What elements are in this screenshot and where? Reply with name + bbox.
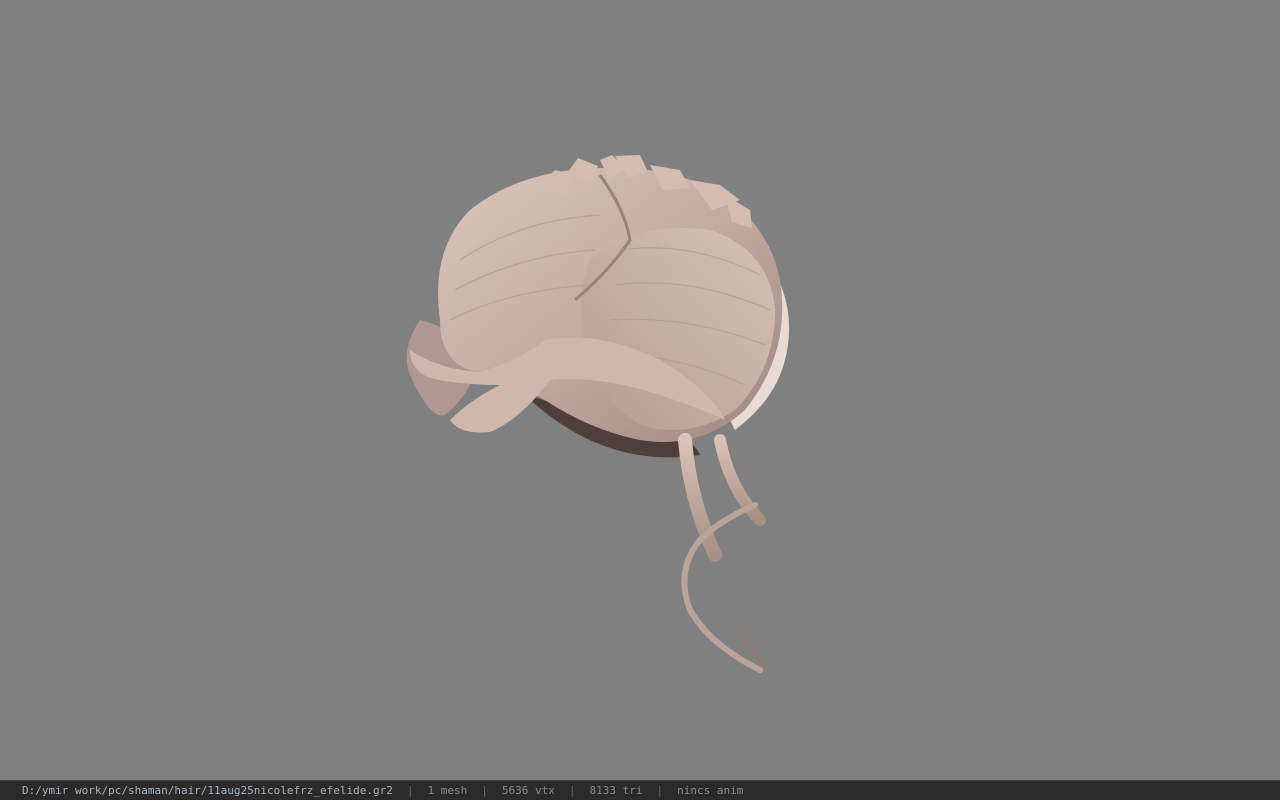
status-bar: D:/ymir work/pc/shaman/hair/11aug25nicol…	[0, 780, 1280, 800]
file-path: D:/ymir work/pc/shaman/hair/11aug25nicol…	[22, 784, 393, 797]
status-separator: |	[568, 784, 576, 797]
hair-model-render	[406, 155, 790, 673]
mesh-count: 1 mesh	[427, 784, 468, 797]
vertex-count: 5636 vtx	[501, 784, 555, 797]
status-separator: |	[406, 784, 414, 797]
3d-viewport[interactable]	[0, 0, 1280, 780]
hair-hanging-strands	[678, 433, 767, 673]
triangle-count: 8133 tri	[589, 784, 643, 797]
status-separator: |	[481, 784, 488, 797]
status-separator: |	[656, 784, 664, 797]
anim-status: nincs anim	[677, 784, 744, 797]
